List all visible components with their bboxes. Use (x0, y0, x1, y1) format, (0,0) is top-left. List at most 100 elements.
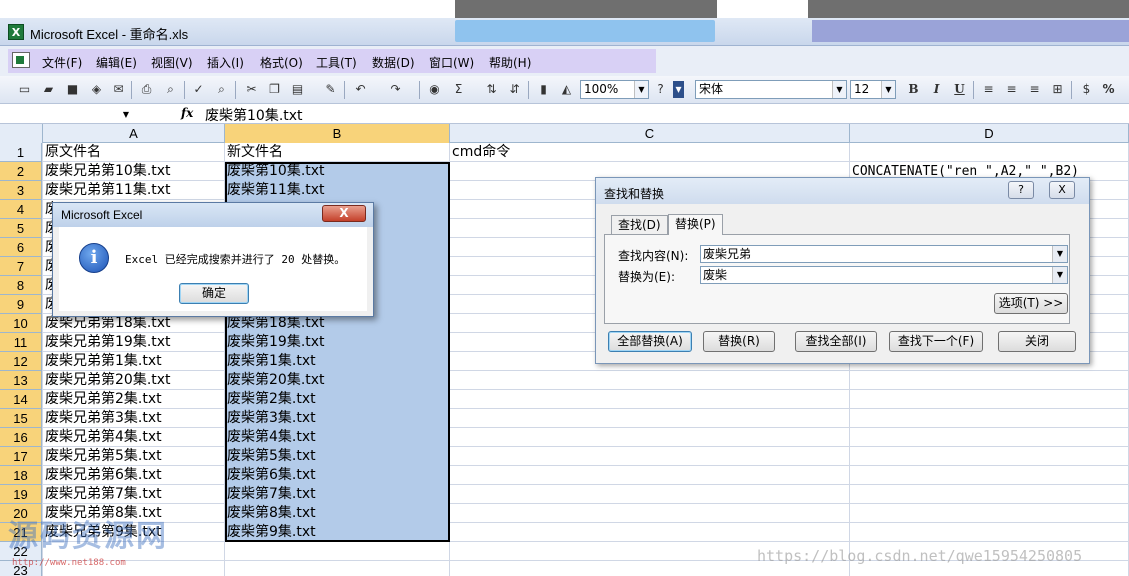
menu-data[interactable]: 数据(D) (372, 54, 415, 71)
new-icon[interactable]: ▭ (16, 81, 33, 98)
help-button[interactable]: ? (1008, 181, 1034, 199)
row-header[interactable]: 7 (0, 257, 42, 276)
replace-all-button[interactable]: 全部替换(A) (608, 331, 692, 352)
spelling-icon[interactable]: ✓ (190, 81, 207, 98)
row-header[interactable]: 2 (0, 162, 42, 181)
undo-icon[interactable]: ↶ (352, 81, 369, 98)
merge-center-icon[interactable]: ⊞ (1049, 81, 1066, 98)
chevron-down-icon[interactable]: ▼ (1052, 267, 1067, 283)
paste-icon[interactable]: ▤ (289, 81, 306, 98)
cell-new-name[interactable]: 废柴第20集.txt (225, 371, 450, 390)
research-icon[interactable]: ⌕ (213, 81, 230, 98)
save-icon[interactable]: ■ (64, 81, 81, 98)
cell-new-name[interactable]: 废柴第9集.txt (225, 523, 450, 542)
row-header[interactable]: 18 (0, 466, 42, 485)
insert-function-icon[interactable]: fx (181, 106, 193, 120)
cell-new-name[interactable]: 废柴第19集.txt (225, 333, 450, 352)
find-next-button[interactable]: 查找下一个(F) (889, 331, 983, 352)
menu-tools[interactable]: 工具(T) (316, 54, 357, 71)
chevron-down-icon[interactable]: ▼ (1052, 246, 1067, 262)
row-header[interactable]: 8 (0, 276, 42, 295)
find-all-button[interactable]: 查找全部(I) (795, 331, 877, 352)
chevron-down-icon[interactable]: ▼ (634, 81, 648, 98)
close-dialog-button[interactable]: 关闭 (998, 331, 1076, 352)
row-header[interactable]: 19 (0, 485, 42, 504)
cell-original-name[interactable]: 废柴兄弟第5集.txt (43, 447, 225, 466)
cell-new-name[interactable]: 废柴第8集.txt (225, 504, 450, 523)
menu-view[interactable]: 视图(V) (151, 54, 193, 71)
row-header[interactable]: 16 (0, 428, 42, 447)
cell-new-name[interactable]: 废柴第5集.txt (225, 447, 450, 466)
percent-button[interactable]: % (1100, 81, 1117, 98)
row-header[interactable]: 4 (0, 200, 42, 219)
print-preview-icon[interactable]: ⌕ (162, 81, 179, 98)
row-header[interactable]: 6 (0, 238, 42, 257)
cell-original-name[interactable]: 废柴兄弟第11集.txt (43, 181, 225, 200)
menu-insert[interactable]: 插入(I) (207, 54, 244, 71)
copy-icon[interactable]: ❐ (266, 81, 283, 98)
column-header-d[interactable]: D (850, 124, 1129, 143)
close-button[interactable]: X (1049, 181, 1075, 199)
row-header[interactable]: 14 (0, 390, 42, 409)
cell-original-name[interactable]: 废柴兄弟第3集.txt (43, 409, 225, 428)
cell-new-name[interactable]: 废柴第10集.txt (225, 162, 450, 181)
column-header-b[interactable]: B (225, 124, 450, 143)
align-right-icon[interactable]: ≡ (1026, 81, 1043, 98)
row-header[interactable]: 12 (0, 352, 42, 371)
row-header[interactable]: 11 (0, 333, 42, 352)
cell-original-name[interactable]: 废柴兄弟第4集.txt (43, 428, 225, 447)
tab-find[interactable]: 查找(D) (611, 215, 668, 235)
cut-icon[interactable]: ✂ (243, 81, 260, 98)
cell-original-name[interactable]: 废柴兄弟第1集.txt (43, 352, 225, 371)
print-icon[interactable]: ⎙ (138, 81, 155, 98)
select-all-corner[interactable] (0, 124, 43, 143)
menu-format[interactable]: 格式(O) (260, 54, 303, 71)
replace-input[interactable]: 废柴 ▼ (700, 266, 1068, 284)
column-header-c[interactable]: C (450, 124, 850, 143)
cell-c-header[interactable]: cmd命令 (450, 143, 850, 162)
cell-new-name[interactable]: 废柴第2集.txt (225, 390, 450, 409)
cell-new-name[interactable]: 废柴第3集.txt (225, 409, 450, 428)
align-left-icon[interactable]: ≡ (980, 81, 997, 98)
column-header-a[interactable]: A (43, 124, 225, 143)
name-box[interactable]: ▼ (2, 105, 132, 122)
open-icon[interactable]: ▰ (40, 81, 57, 98)
cell-original-name[interactable]: 废柴兄弟第7集.txt (43, 485, 225, 504)
formula-input[interactable]: 废柴第10集.txt (205, 105, 303, 125)
close-icon[interactable]: X (322, 205, 366, 222)
row-header[interactable]: 9 (0, 295, 42, 314)
find-input[interactable]: 废柴兄弟 ▼ (700, 245, 1068, 263)
workbook-icon[interactable] (12, 52, 30, 68)
font-size-select[interactable]: 12 ▼ (850, 80, 896, 99)
row-header[interactable]: 10 (0, 314, 42, 333)
row-header[interactable]: 5 (0, 219, 42, 238)
ok-button[interactable]: 确定 (179, 283, 249, 304)
sort-descending-icon[interactable]: ⇵ (506, 81, 523, 98)
cell-b-header[interactable]: 新文件名 (225, 143, 450, 162)
menu-edit[interactable]: 编辑(E) (96, 54, 137, 71)
row-header[interactable]: 13 (0, 371, 42, 390)
cell-new-name[interactable]: 废柴第7集.txt (225, 485, 450, 504)
menu-help[interactable]: 帮助(H) (489, 54, 531, 71)
cell-new-name[interactable]: 废柴第6集.txt (225, 466, 450, 485)
chevron-down-icon[interactable]: ▼ (832, 81, 846, 98)
cell-original-name[interactable]: 废柴兄弟第6集.txt (43, 466, 225, 485)
align-center-icon[interactable]: ≡ (1003, 81, 1020, 98)
bold-button[interactable]: B (905, 81, 922, 98)
tab-replace[interactable]: 替换(P) (668, 214, 723, 235)
cell-new-name[interactable]: 废柴第1集.txt (225, 352, 450, 371)
menu-file[interactable]: 文件(F) (42, 54, 82, 71)
autosum-icon[interactable]: Σ (450, 81, 467, 98)
currency-icon[interactable]: $ (1078, 81, 1095, 98)
cell-new-name[interactable]: 废柴第11集.txt (225, 181, 450, 200)
cell-original-name[interactable]: 废柴兄弟第10集.txt (43, 162, 225, 181)
options-button[interactable]: 选项(T) >> (994, 293, 1068, 314)
sort-ascending-icon[interactable]: ⇅ (483, 81, 500, 98)
menu-window[interactable]: 窗口(W) (429, 54, 474, 71)
email-icon[interactable]: ✉ (110, 81, 127, 98)
chevron-down-icon[interactable]: ▼ (123, 106, 129, 123)
help-icon[interactable]: ? (652, 81, 669, 98)
cell-original-name[interactable]: 废柴兄弟第20集.txt (43, 371, 225, 390)
toolbar-options-icon[interactable]: ▾ (673, 81, 684, 98)
chart-wizard-icon[interactable]: ▮ (535, 81, 552, 98)
